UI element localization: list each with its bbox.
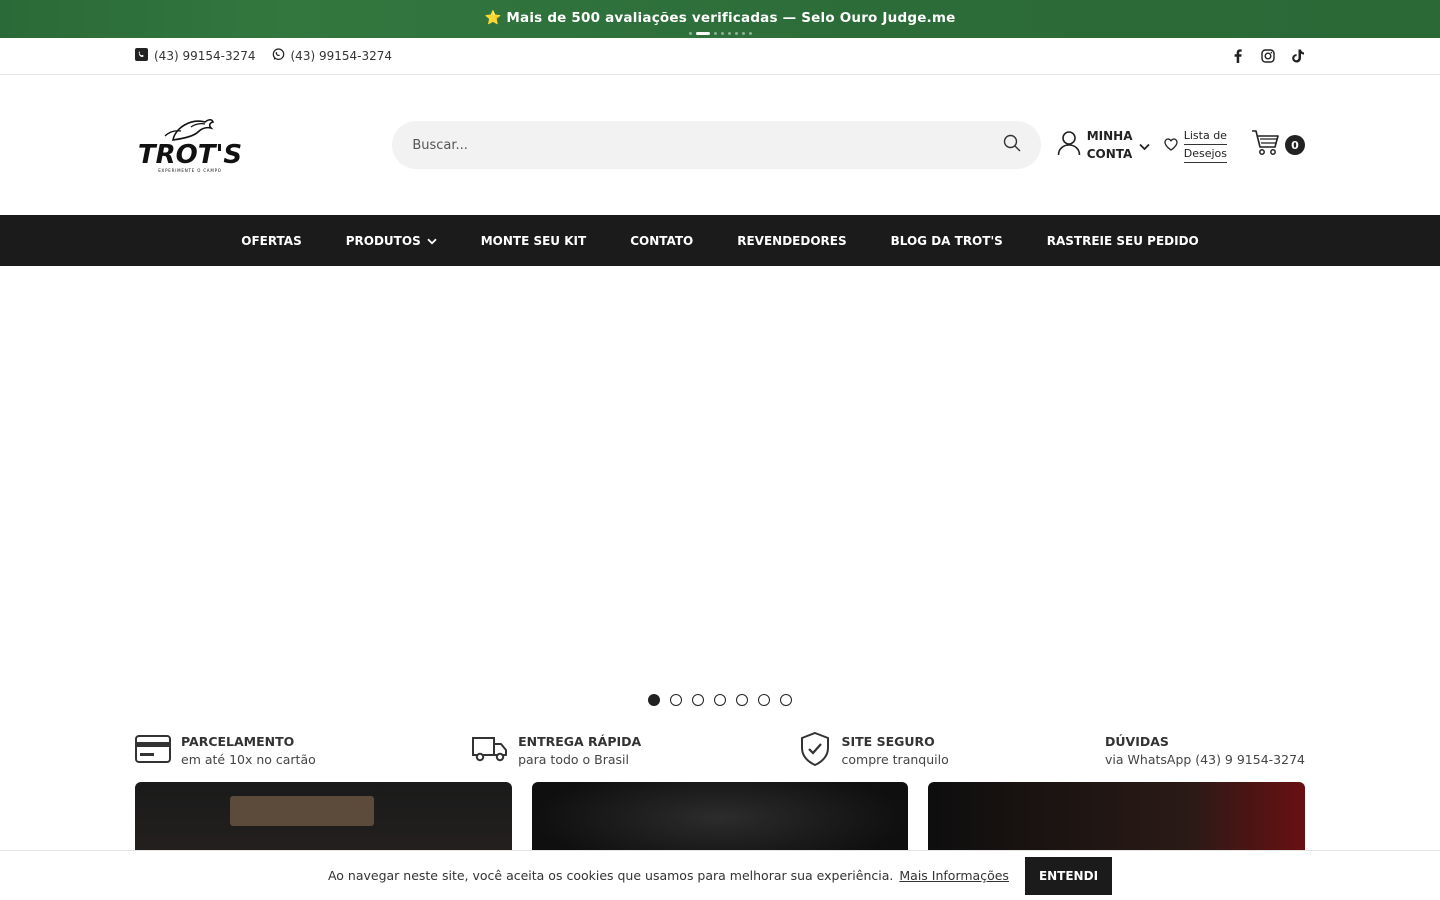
- account-label: MINHA CONTA: [1086, 129, 1133, 161]
- tiktok-icon[interactable]: [1291, 49, 1305, 63]
- announcement-dot[interactable]: [695, 32, 710, 35]
- announcement-dot[interactable]: [720, 32, 724, 35]
- hero-dots: [0, 694, 1440, 706]
- feature-duvidas[interactable]: DÚVIDAS via WhatsApp (43) 9 9154-3274: [1105, 733, 1305, 769]
- nav-item-label: RASTREIE SEU PEDIDO: [1046, 233, 1199, 248]
- hero-dot[interactable]: [692, 694, 704, 706]
- nav-item-blog[interactable]: BLOG DA TROT'S: [891, 234, 1003, 248]
- facebook-icon[interactable]: [1231, 49, 1245, 63]
- announcement-dots: [0, 32, 1440, 35]
- hero-slider: [0, 266, 1440, 726]
- feature-subtitle: via WhatsApp (43) 9 9154-3274: [1105, 752, 1305, 767]
- nav-item-label: REVENDEDORES: [737, 233, 847, 248]
- hero-dot[interactable]: [670, 694, 682, 706]
- nav-item-monte-seu-kit[interactable]: MONTE SEU KIT: [481, 234, 586, 248]
- search-bar: [392, 121, 1041, 169]
- search-icon[interactable]: [1003, 134, 1021, 156]
- announcement-dot[interactable]: [748, 32, 752, 35]
- hero-dot[interactable]: [736, 694, 748, 706]
- announcement-dot[interactable]: [688, 32, 692, 35]
- search-input[interactable]: [412, 137, 1003, 153]
- phone-contact[interactable]: (43) 99154-3274: [135, 48, 256, 64]
- nav-item-label: PRODUTOS: [345, 233, 421, 248]
- svg-text:TROT'S: TROT'S: [138, 140, 242, 170]
- chevron-down-icon: [1139, 136, 1150, 155]
- top-bar: (43) 99154-3274 (43) 99154-3274: [0, 38, 1440, 75]
- nav-item-label: CONTATO: [630, 233, 694, 248]
- chevron-down-icon: [427, 234, 437, 248]
- wishlist-link[interactable]: Lista de Desejos: [1164, 127, 1227, 163]
- site-header: TROT'S EXPERIMENTE O CAMPO MINHA CONTA L…: [0, 75, 1440, 215]
- instagram-icon[interactable]: [1261, 49, 1275, 63]
- announcement-dot[interactable]: [727, 32, 731, 35]
- cookie-accept-button[interactable]: ENTENDI: [1024, 856, 1113, 895]
- hero-dot[interactable]: [648, 694, 660, 706]
- whatsapp-number: (43) 99154-3274: [290, 49, 393, 63]
- whatsapp-contact[interactable]: (43) 99154-3274: [272, 48, 393, 64]
- credit-card-icon: [135, 735, 171, 767]
- announcement-dot[interactable]: [741, 32, 745, 35]
- social-links: [1231, 49, 1305, 63]
- cookie-text: Ao navegar neste site, você aceita os co…: [327, 868, 894, 883]
- announcement-dot[interactable]: [713, 32, 717, 35]
- feature-title: ENTREGA RÁPIDA: [518, 734, 642, 749]
- account-menu[interactable]: MINHA CONTA: [1057, 127, 1150, 163]
- cart-count-badge: 0: [1285, 135, 1305, 155]
- main-nav: OFERTAS PRODUTOS MONTE SEU KIT CONTATO R…: [0, 215, 1440, 266]
- feature-site-seguro: SITE SEGURO compre tranquilo: [798, 731, 949, 771]
- nav-item-label: BLOG DA TROT'S: [890, 233, 1003, 248]
- user-icon: [1057, 130, 1081, 160]
- feature-entrega: ENTREGA RÁPIDA para todo o Brasil: [472, 733, 641, 769]
- phone-number: (43) 99154-3274: [154, 49, 256, 63]
- whatsapp-icon: [272, 48, 285, 64]
- hero-dot[interactable]: [714, 694, 726, 706]
- trots-logo-image: TROT'S EXPERIMENTE O CAMPO: [138, 118, 242, 173]
- truck-icon: [472, 735, 508, 767]
- banner-image: [230, 796, 374, 826]
- shield-check-icon: [798, 731, 832, 771]
- feature-parcelamento: PARCELAMENTO em até 10x no cartão: [135, 733, 316, 769]
- cart-icon: [1251, 129, 1281, 161]
- feature-title: DÚVIDAS: [1105, 734, 1169, 749]
- cookie-more-info-link[interactable]: Mais Informações: [899, 868, 1009, 883]
- wishlist-label: Lista de Desejos: [1183, 127, 1227, 163]
- features-strip: PARCELAMENTO em até 10x no cartão ENTREG…: [0, 726, 1440, 776]
- wishlist-line-1: Lista de: [1183, 127, 1227, 145]
- nav-item-ofertas[interactable]: OFERTAS: [241, 234, 301, 248]
- announcement-bar: ⭐ Mais de 500 avaliações verificadas — S…: [0, 0, 1440, 38]
- hero-dot[interactable]: [780, 694, 792, 706]
- heart-icon: [1164, 136, 1178, 155]
- wishlist-line-2: Desejos: [1183, 145, 1227, 163]
- announcement-text: ⭐ Mais de 500 avaliações verificadas — S…: [484, 10, 956, 26]
- hero-dot[interactable]: [758, 694, 770, 706]
- cookie-banner: Ao navegar neste site, você aceita os co…: [0, 850, 1440, 900]
- nav-item-label: OFERTAS: [241, 233, 302, 248]
- phone-icon: [135, 48, 148, 64]
- announcement-dot[interactable]: [734, 32, 738, 35]
- cart-button[interactable]: 0: [1251, 129, 1305, 161]
- feature-title: PARCELAMENTO: [181, 734, 295, 749]
- feature-subtitle: em até 10x no cartão: [181, 752, 316, 767]
- feature-subtitle: para todo o Brasil: [518, 752, 629, 767]
- nav-item-contato[interactable]: CONTATO: [630, 234, 693, 248]
- feature-title: SITE SEGURO: [841, 734, 935, 749]
- nav-item-revendedores[interactable]: REVENDEDORES: [737, 234, 846, 248]
- logo[interactable]: TROT'S EXPERIMENTE O CAMPO: [135, 110, 392, 180]
- nav-item-produtos[interactable]: PRODUTOS: [346, 234, 437, 248]
- svg-text:EXPERIMENTE O CAMPO: EXPERIMENTE O CAMPO: [158, 168, 222, 173]
- nav-item-rastreie-pedido[interactable]: RASTREIE SEU PEDIDO: [1047, 234, 1199, 248]
- nav-item-label: MONTE SEU KIT: [480, 233, 587, 248]
- feature-subtitle: compre tranquilo: [841, 752, 949, 767]
